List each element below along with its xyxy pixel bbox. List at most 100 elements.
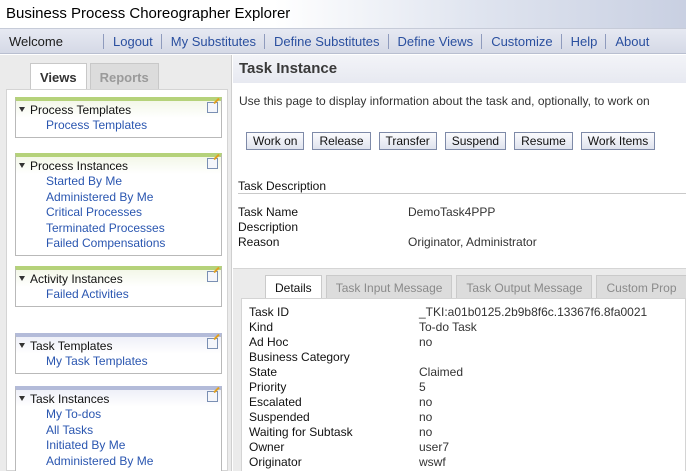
collapse-triangle-icon[interactable] xyxy=(19,343,25,348)
title-bar: Business Process Choreographer Explorer xyxy=(0,0,686,29)
field-value: DemoTask4PPP xyxy=(408,205,496,219)
section-task-templates: Task Templates My Task Templates xyxy=(15,333,222,374)
detail-value: no xyxy=(419,335,433,349)
page-title-bar: Task Instance xyxy=(233,55,686,83)
left-tabs: Views Reports xyxy=(30,63,162,89)
tab-details[interactable]: Details xyxy=(265,275,322,299)
detail-label: State xyxy=(249,365,278,379)
detail-value: Claimed xyxy=(419,365,464,379)
link-process-templates[interactable]: Process Templates xyxy=(46,118,221,134)
detail-label: Priority xyxy=(249,380,287,394)
section-header[interactable]: Process Instances xyxy=(16,157,221,174)
detail-label: Suspended xyxy=(249,410,310,424)
suspend-button[interactable]: Suspend xyxy=(444,132,507,150)
detail-value: user7 xyxy=(419,440,450,454)
nav-my-substitutes[interactable]: My Substitutes xyxy=(160,34,264,49)
details-area: Details Task Input Message Task Output M… xyxy=(233,268,686,471)
detail-value: 5 xyxy=(419,380,426,394)
link-administered-by-me[interactable]: Administered By Me xyxy=(46,190,221,206)
detail-label: Owner xyxy=(249,440,285,454)
main-content: Task Instance Use this page to display i… xyxy=(233,55,686,471)
app-title: Business Process Choreographer Explorer xyxy=(6,5,291,22)
tab-views[interactable]: Views xyxy=(30,63,87,89)
link-all-tasks[interactable]: All Tasks xyxy=(46,423,221,439)
page-description: Use this page to display information abo… xyxy=(239,94,650,108)
edit-icon[interactable] xyxy=(207,391,218,402)
work-on-button[interactable]: Work on xyxy=(246,132,305,150)
welcome-text: Welcome xyxy=(9,34,63,49)
detail-value: _TKI:a01b0125.2b9b8f6c.13367f6.8fa0021 xyxy=(419,305,648,319)
section-task-instances: Task Instances My To-dos All Tasks Initi… xyxy=(15,386,222,471)
tab-custom-properties[interactable]: Custom Prop xyxy=(596,275,686,299)
nav-about[interactable]: About xyxy=(605,34,657,49)
detail-label: Waiting for Subtask xyxy=(249,425,353,439)
edit-icon[interactable] xyxy=(207,102,218,113)
nav-define-views[interactable]: Define Views xyxy=(387,34,482,49)
detail-value: no xyxy=(419,395,433,409)
detail-label: Kind xyxy=(249,320,274,334)
field-label: Description xyxy=(238,220,299,234)
transfer-button[interactable]: Transfer xyxy=(378,132,437,150)
section-title: Task Instances xyxy=(30,392,110,406)
nav-bar: Welcome Logout My Substitutes Define Sub… xyxy=(0,29,686,54)
resume-button[interactable]: Resume xyxy=(514,132,573,150)
detail-label: Business Category xyxy=(249,350,350,364)
section-activity-instances: Activity Instances Failed Activities xyxy=(15,266,222,307)
work-items-button[interactable]: Work Items xyxy=(580,132,656,150)
divider xyxy=(238,193,686,194)
link-my-to-dos[interactable]: My To-dos xyxy=(46,407,221,423)
nav-help[interactable]: Help xyxy=(560,34,606,49)
section-process-templates: Process Templates Process Templates xyxy=(15,97,222,138)
section-process-instances: Process Instances Started By Me Administ… xyxy=(15,153,222,256)
section-header[interactable]: Process Templates xyxy=(16,101,221,118)
link-failed-compensations[interactable]: Failed Compensations xyxy=(46,236,221,252)
section-title: Task Templates xyxy=(30,339,113,353)
collapse-triangle-icon[interactable] xyxy=(19,107,25,112)
task-description-label: Task Description xyxy=(238,179,327,193)
collapse-triangle-icon[interactable] xyxy=(19,276,25,281)
page-title: Task Instance xyxy=(239,60,338,77)
detail-label: Escalated xyxy=(249,395,302,409)
collapse-triangle-icon[interactable] xyxy=(19,163,25,168)
detail-label: Ad Hoc xyxy=(249,335,289,349)
section-header[interactable]: Task Instances xyxy=(16,390,221,407)
tab-reports[interactable]: Reports xyxy=(89,63,159,89)
link-my-task-templates[interactable]: My Task Templates xyxy=(46,354,221,370)
detail-tabs: Details Task Input Message Task Output M… xyxy=(265,275,686,299)
edit-icon[interactable] xyxy=(207,271,218,282)
nav-links: Logout My Substitutes Define Substitutes… xyxy=(103,34,657,49)
link-task-administered-by-me[interactable]: Administered By Me xyxy=(46,454,221,470)
nav-define-substitutes[interactable]: Define Substitutes xyxy=(264,34,388,49)
views-panel: Process Templates Process Templates Proc… xyxy=(6,89,228,471)
action-buttons: Work on Release Transfer Suspend Resume … xyxy=(246,132,663,150)
link-initiated-by-me[interactable]: Initiated By Me xyxy=(46,438,221,454)
detail-label: Originator xyxy=(249,455,302,469)
left-panel: Views Reports Process Templates Process … xyxy=(0,55,232,471)
detail-value: no xyxy=(419,410,433,424)
section-title: Process Templates xyxy=(30,103,132,117)
section-header[interactable]: Task Templates xyxy=(16,337,221,354)
link-terminated-processes[interactable]: Terminated Processes xyxy=(46,221,221,237)
section-title: Process Instances xyxy=(30,159,129,173)
section-header[interactable]: Activity Instances xyxy=(16,270,221,287)
nav-customize[interactable]: Customize xyxy=(481,34,560,49)
edit-icon[interactable] xyxy=(207,338,218,349)
edit-icon[interactable] xyxy=(207,158,218,169)
release-button[interactable]: Release xyxy=(312,132,371,150)
field-value: Originator, Administrator xyxy=(408,235,537,249)
detail-value: To-do Task xyxy=(419,320,477,334)
link-failed-activities[interactable]: Failed Activities xyxy=(46,287,221,303)
field-label: Task Name xyxy=(238,205,299,219)
detail-value: no xyxy=(419,425,433,439)
field-label: Reason xyxy=(238,235,280,249)
nav-logout[interactable]: Logout xyxy=(103,34,161,49)
link-critical-processes[interactable]: Critical Processes xyxy=(46,205,221,221)
tab-task-output-message[interactable]: Task Output Message xyxy=(456,275,593,299)
collapse-triangle-icon[interactable] xyxy=(19,396,25,401)
detail-label: Task ID xyxy=(249,305,290,319)
section-title: Activity Instances xyxy=(30,272,123,286)
details-pane: Task ID _TKI:a01b0125.2b9b8f6c.13367f6.8… xyxy=(241,298,686,471)
detail-value: wswf xyxy=(419,455,446,469)
link-started-by-me[interactable]: Started By Me xyxy=(46,174,221,190)
tab-task-input-message[interactable]: Task Input Message xyxy=(325,275,453,299)
